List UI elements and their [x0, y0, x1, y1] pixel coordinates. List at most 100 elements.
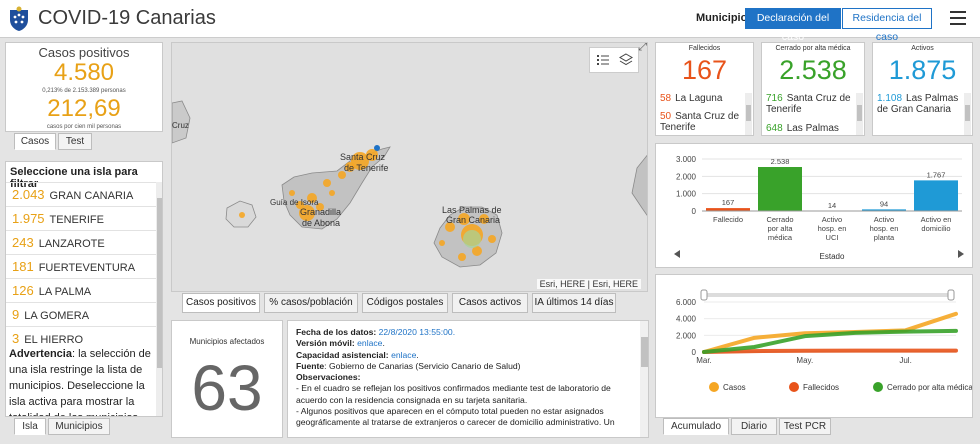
island-count: 243: [12, 235, 34, 250]
observaciones-label: Observaciones:: [296, 372, 361, 383]
fallecidos-scroll-thumb[interactable]: [746, 105, 751, 121]
estado-bar-chart-panel: 0 1.000 2.000 3.000 167 Fallecido 2.538 Cerrado…: [655, 143, 973, 268]
fuente-label: Fuente: [296, 360, 325, 371]
scroll-left-icon[interactable]: [674, 250, 680, 258]
tab-test[interactable]: Test: [58, 133, 92, 150]
tab-ia-14-dias[interactable]: IA últimos 14 días: [532, 293, 616, 313]
notes-panel: Fecha de los datos: 22/8/2020 13:55:00. …: [287, 320, 649, 438]
island-list-item[interactable]: 1.975 TENERIFE: [6, 206, 156, 230]
tab-porcentaje-poblacion[interactable]: % casos/población: [264, 293, 358, 313]
bar-x-axis-title: Estado: [820, 252, 845, 261]
place-label-santa-cruz-2: de Tenerife: [344, 163, 388, 173]
series-line-1[interactable]: [702, 348, 958, 354]
menu-icon[interactable]: [950, 11, 966, 25]
map-canvas[interactable]: Santa Cruz de Tenerife Guía de Isora Gra…: [172, 43, 648, 292]
expand-icon[interactable]: ⤢: [638, 43, 647, 54]
capacidad-link[interactable]: enlace: [391, 350, 416, 360]
fallecidos-item-value: 58: [660, 93, 672, 104]
fallecidos-item-name: Santa Cruz de Tenerife: [660, 111, 740, 133]
tab-isla[interactable]: Isla: [14, 418, 46, 435]
fecha-label: Fecha de los datos:: [296, 327, 377, 337]
cerrado-item-value: 716: [766, 93, 783, 104]
municipios-value: 63: [191, 352, 263, 424]
tab-codigos-postales[interactable]: Códigos postales: [362, 293, 448, 313]
tab-municipios[interactable]: Municipios: [48, 418, 110, 435]
municipio-label: Municipio: [696, 12, 748, 24]
fallecidos-item: 50 Santa Cruz de Tenerife: [660, 111, 740, 133]
activos-scroll-thumb[interactable]: [965, 105, 970, 121]
scroll-right-icon[interactable]: [958, 250, 964, 258]
legend-label: Fallecidos: [803, 383, 839, 392]
casos-percentage: 0,213% de 2.153.389 personas: [42, 88, 126, 94]
bar-category-label: UCI: [826, 233, 839, 242]
acumulado-line-chart-panel: 0 2.000 4.000 6.000 Mar. May. Jul. Casos Falleci…: [655, 274, 973, 418]
activos-card: Activos 1.875 1.108 Las Palmas de Gran Ca…: [872, 42, 973, 136]
island-name: LANZAROTE: [38, 238, 105, 250]
version-movil-link[interactable]: enlace: [357, 338, 382, 348]
tab-diario[interactable]: Diario: [731, 418, 777, 435]
fallecidos-title: Fallecidos: [688, 45, 721, 52]
line-x-tick-label: May.: [796, 356, 813, 365]
residencia-caso-button[interactable]: Residencia del caso: [842, 8, 932, 43]
range-handle-left[interactable]: [700, 289, 708, 301]
map-view[interactable]: Santa Cruz de Tenerife Guía de Isora Gra…: [171, 42, 648, 292]
island-list-item[interactable]: 181 FUERTEVENTURA: [6, 254, 156, 278]
activos-value: 1.875: [888, 55, 957, 85]
cerrado-scroll-thumb[interactable]: [857, 105, 862, 121]
bar-4[interactable]: [914, 180, 958, 211]
observation-2: - Algunos positivos que aparecen en el c…: [296, 406, 615, 428]
range-handle-right[interactable]: [947, 289, 955, 301]
bar-data-label: 1.767: [927, 170, 946, 179]
island-count: 126: [12, 283, 34, 298]
casos-positivos-panel: Casos positivos 4.580 0,213% de 2.153.38…: [5, 42, 163, 132]
island-filter-panel: Seleccione una isla para filtrar 2.043 GR…: [5, 161, 163, 417]
observation-1: - En el cuadro se reflejan los positivos…: [296, 383, 611, 405]
bar-category-label: Activo: [874, 215, 894, 224]
cerrado-item: 648 Las Palmas: [766, 123, 856, 134]
tab-acumulado[interactable]: Acumulado: [663, 418, 729, 435]
declaracion-caso-button[interactable]: Declaración del caso: [745, 8, 841, 43]
island-list-item[interactable]: 243 LANZAROTE: [6, 230, 156, 254]
bar-y-tick-label: 0: [692, 207, 697, 216]
municipios-afectados-panel: Municipios afectados 63: [171, 320, 283, 438]
tab-test-pcr[interactable]: Test PCR: [779, 418, 831, 435]
bar-category-label: Activo en: [921, 215, 952, 224]
island-name: TENERIFE: [49, 214, 104, 226]
estado-bar-chart[interactable]: 0 1.000 2.000 3.000 167 Fallecido 2.538 Cerrado…: [656, 144, 972, 267]
legend-label: Cerrado por alta médica: [887, 383, 972, 392]
island-count: 1.975: [12, 211, 45, 226]
line-x-tick-label: Mar.: [696, 356, 712, 365]
active-area-shading: [463, 230, 481, 248]
island-name: GRAN CANARIA: [49, 190, 134, 202]
fuente-text: : Gobierno de Canarias (Servicio Canario…: [324, 360, 521, 371]
tab-casos[interactable]: Casos: [14, 133, 56, 150]
activos-item: 1.108 Las Palmas de Gran Canaria: [877, 93, 961, 115]
layers-icon[interactable]: [619, 53, 633, 67]
fuerteventura-island[interactable]: [631, 153, 648, 218]
tab-casos-positivos[interactable]: Casos positivos: [182, 293, 260, 313]
island-list-item[interactable]: 2.043 GRAN CANARIA: [6, 182, 156, 206]
acumulado-line-chart[interactable]: 02.0004.0006.000Mar. May. Jul.Casos Falleci…: [656, 275, 972, 417]
island-name: FUERTEVENTURA: [38, 262, 136, 274]
island-count: 2.043: [12, 187, 45, 202]
place-label-granadilla-2: de Abona: [302, 218, 340, 228]
tab-casos-activos[interactable]: Casos activos: [452, 293, 528, 313]
bar-category-label: hosp. en: [818, 224, 847, 233]
bar-data-label: 94: [880, 199, 888, 208]
cerrado-alta-card: Cerrado por alta médica 2.538 716 Santa C…: [761, 42, 865, 136]
bar-1[interactable]: [758, 167, 802, 211]
legend-marker: [789, 382, 799, 392]
place-label-las-palmas-1: Las Palmas de: [442, 205, 502, 215]
list-icon[interactable]: [597, 54, 609, 66]
version-movil-label: Versión móvil:: [296, 338, 355, 349]
place-label-granadilla-1: Granadilla: [300, 207, 341, 217]
casos-value: 4.580: [53, 59, 115, 86]
island-list-scroll-thumb[interactable]: [157, 198, 162, 368]
selected-municipio-marker[interactable]: [374, 145, 380, 151]
island-list-item[interactable]: 126 LA PALMA: [6, 278, 156, 302]
line-y-tick-label: 4.000: [676, 315, 697, 324]
notes-scroll-thumb[interactable]: [641, 337, 648, 367]
place-label-guia: Guía de Isora: [270, 198, 319, 207]
warning-label: Advertencia: [9, 348, 72, 360]
island-list-item[interactable]: 9 LA GOMERA: [6, 302, 156, 326]
